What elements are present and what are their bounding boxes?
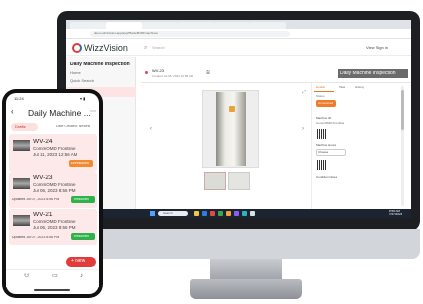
tag-image bbox=[229, 106, 235, 112]
edge-icon[interactable] bbox=[202, 211, 207, 216]
scrollbar-thumb[interactable] bbox=[401, 90, 404, 130]
app-icon[interactable] bbox=[218, 211, 223, 216]
expand-icon[interactable]: ⤢ bbox=[302, 90, 306, 95]
home-indicator bbox=[34, 289, 70, 291]
card-date: Jul 06, 2023 8:56 PM bbox=[33, 226, 76, 230]
light-fixture-image bbox=[216, 92, 246, 166]
browser-tab[interactable] bbox=[142, 22, 178, 29]
app-icon[interactable] bbox=[210, 211, 215, 216]
phone-time: 11:24 bbox=[14, 97, 24, 101]
photo-thumbnail[interactable] bbox=[228, 172, 250, 190]
condition-label: Condition Notes bbox=[316, 176, 338, 179]
card-place: CommOMD Frontline bbox=[33, 220, 76, 224]
status-label: Status bbox=[316, 95, 325, 98]
machine-thumbnail bbox=[13, 178, 30, 189]
card-id: WV-23 bbox=[33, 175, 53, 181]
new-record-label: + New bbox=[71, 259, 86, 264]
phone-page-title: Daily Machine ... bbox=[28, 109, 91, 118]
inbox-icon[interactable]: ▭ bbox=[52, 273, 58, 279]
chevron-right-icon[interactable]: › bbox=[302, 126, 304, 132]
nav-home[interactable]: Home bbox=[70, 71, 81, 75]
list-item[interactable]: WV-24 CommOMD Frontline Jul 11, 2023 12:… bbox=[9, 134, 97, 172]
app-logo-text: WizzVision bbox=[84, 44, 128, 53]
machine-hours-photo[interactable] bbox=[317, 160, 327, 170]
address-bar-url: demo.wizzvision.app/app/65e2e8f1b5/machi… bbox=[94, 32, 158, 35]
card-id: WV-21 bbox=[33, 212, 53, 218]
browser-tab-strip bbox=[66, 20, 411, 29]
record-created: Created Jul 05, 2023 10:58 AM bbox=[152, 75, 194, 78]
machine-thumbnail bbox=[13, 215, 30, 226]
status-badge[interactable]: Resolved bbox=[71, 233, 95, 240]
status-badge-label: Unresolved bbox=[71, 162, 89, 165]
drafts-filter-label: Drafts bbox=[15, 125, 26, 129]
machine-id-value: CommOMD Frontline bbox=[316, 122, 345, 125]
status-badge-label: Resolved bbox=[74, 198, 89, 201]
app-icon[interactable] bbox=[250, 211, 255, 216]
machine-id-label: Machine ID bbox=[316, 117, 332, 120]
status-dot-icon bbox=[145, 71, 148, 74]
nav-quick-search[interactable]: Quick Search bbox=[70, 79, 94, 83]
list-item[interactable]: WV-23 CommOMD Frontline Jul 06, 2023 8:5… bbox=[9, 172, 97, 208]
app-icon[interactable] bbox=[226, 211, 231, 216]
machine-hours-value: Choose bbox=[318, 151, 329, 154]
monitor-screen: demo.wizzvision.app/app/65e2e8f1b5/machi… bbox=[66, 20, 411, 218]
taskbar-clock: 8:58 AM 7/27/2023 bbox=[389, 210, 403, 217]
list-item[interactable]: WV-21 CommOMD Frontline Jul 06, 2023 8:5… bbox=[9, 209, 97, 245]
search-icon[interactable]: ⌕ bbox=[144, 45, 147, 51]
print-icon[interactable]: ⎙ bbox=[206, 70, 210, 75]
browser-tab[interactable] bbox=[250, 22, 286, 29]
search-input[interactable]: Search bbox=[152, 46, 165, 50]
record-id: WV-23 bbox=[152, 69, 165, 73]
monitor-stand bbox=[210, 259, 282, 281]
browser-tab[interactable] bbox=[178, 22, 214, 29]
photo-thumbnail[interactable] bbox=[204, 172, 226, 190]
windows-start-icon[interactable] bbox=[150, 211, 155, 216]
status-badge[interactable]: Resolved bbox=[71, 196, 95, 203]
status-value: Unresolved bbox=[318, 102, 334, 105]
sort-selector[interactable]: Date Created: Newest bbox=[56, 125, 90, 129]
left-panel-title: Daily Machine Inspection bbox=[70, 62, 130, 67]
monitor-chin bbox=[57, 229, 420, 259]
card-date: Jul 11, 2023 12:56 AM bbox=[33, 153, 78, 157]
active-tab-indicator bbox=[314, 91, 334, 92]
browser-tab-active[interactable] bbox=[106, 22, 142, 29]
tab-task[interactable]: Task bbox=[339, 86, 345, 89]
more-icon[interactable]: ⋯ bbox=[90, 109, 96, 115]
taskbar-search-label: Search bbox=[163, 212, 173, 215]
header-controls[interactable]: View Sign in bbox=[366, 46, 388, 50]
card-place: CommOMD Frontline bbox=[33, 183, 76, 187]
card-id: WV-24 bbox=[33, 139, 53, 145]
file-explorer-icon[interactable] bbox=[194, 211, 199, 216]
machine-hours-label: Machine Hours bbox=[316, 144, 337, 147]
machine-thumbnail bbox=[13, 140, 30, 151]
status-badge-label: Resolved bbox=[74, 235, 89, 238]
browser-tab[interactable] bbox=[214, 22, 250, 29]
card-date: Jul 06, 2023 8:56 PM bbox=[33, 189, 76, 193]
card-updated: Updated Jul 07, 2023 6:56 PM bbox=[12, 236, 60, 239]
machine-photo[interactable] bbox=[317, 129, 327, 139]
wizzvision-logo-icon bbox=[72, 43, 82, 53]
tab-history[interactable]: History bbox=[355, 86, 364, 89]
card-updated: Updated Jul 07, 2023 6:56 PM bbox=[12, 198, 60, 201]
app-icon[interactable] bbox=[242, 211, 247, 216]
tab-details[interactable]: Details bbox=[316, 86, 325, 89]
browser-tab[interactable] bbox=[70, 22, 106, 29]
user-icon[interactable]: ⚇ bbox=[24, 273, 29, 279]
bell-icon[interactable]: ♪ bbox=[80, 273, 83, 279]
chevron-left-icon[interactable]: ‹ bbox=[150, 126, 152, 132]
back-arrow-icon[interactable]: ‹ bbox=[11, 108, 14, 116]
app-icon[interactable] bbox=[234, 211, 239, 216]
form-title: Daily Machine Inspection bbox=[340, 71, 396, 76]
monitor-stand-base bbox=[190, 279, 302, 299]
status-badge[interactable]: Unresolved bbox=[69, 160, 93, 167]
phone-status-icons: ▾ ▮ bbox=[80, 97, 86, 101]
card-place: CommOMD Frontline bbox=[33, 147, 76, 151]
